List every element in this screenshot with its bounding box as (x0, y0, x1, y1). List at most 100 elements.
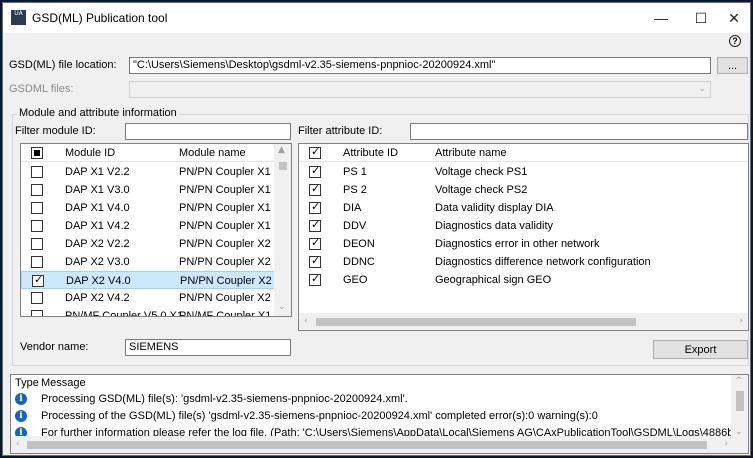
select-all-attributes-checkbox[interactable] (309, 145, 321, 159)
module-id-cell: DAP X2 V4.2 (65, 292, 130, 304)
filter-module-input[interactable] (125, 123, 291, 140)
attribute-row[interactable]: GEO Geographical sign GEO (299, 271, 748, 289)
module-id-cell: DAP X2 V4.0 (66, 275, 131, 287)
attribute-name-cell: Diagnostics error in other network (435, 238, 600, 250)
attribute-row[interactable]: DDNC Diagnostics difference network confi… (299, 253, 748, 271)
module-checkbox[interactable] (32, 273, 44, 287)
log-horizontal-scrollbar[interactable]: ‹ › (11, 436, 733, 453)
chevron-down-icon: ⌄ (698, 84, 706, 94)
scroll-left-icon[interactable]: ‹ (16, 439, 20, 449)
vendor-name-label: Vendor name: (20, 341, 89, 353)
attribute-horizontal-scrollbar[interactable]: ‹ › (299, 313, 748, 330)
module-name-cell: PN/PN Coupler X2 (179, 238, 271, 250)
close-button[interactable]: ✕ (714, 3, 753, 33)
module-id-header[interactable]: Module ID (65, 147, 115, 159)
module-row[interactable]: PN/MF Coupler V5.0 X1 PN/MF Coupler X1 (21, 307, 291, 317)
module-checkbox[interactable] (31, 166, 43, 178)
attribute-row[interactable]: DIA Data validity display DIA (299, 199, 748, 217)
export-button[interactable]: Export (653, 340, 748, 359)
module-name-cell: PN/MF Coupler X1 (179, 310, 272, 317)
attribute-name-cell: Data validity display DIA (435, 202, 554, 214)
attribute-name-cell: Voltage check PS2 (435, 184, 528, 196)
attribute-id-cell: GEO (343, 274, 368, 286)
module-checkbox[interactable] (31, 202, 43, 214)
module-checkbox[interactable] (31, 292, 43, 304)
attribute-checkbox[interactable] (309, 182, 321, 196)
module-name-cell: PN/PN Coupler X1 (179, 220, 271, 232)
filter-attribute-label: Filter attribute ID: (298, 125, 383, 137)
attribute-checkbox[interactable] (309, 218, 321, 232)
log-vertical-scrollbar[interactable]: ^ ⌄ (731, 375, 748, 453)
module-checkbox[interactable] (31, 238, 43, 250)
module-row[interactable]: DAP X2 V3.0 PN/PN Coupler X2 (21, 253, 291, 271)
browse-button[interactable]: ... (717, 57, 748, 74)
module-name-cell: PN/PN Coupler X1 (179, 166, 271, 178)
gsdml-files-select[interactable]: ⌄ (129, 81, 711, 98)
scroll-down-icon[interactable]: ⌄ (278, 302, 286, 312)
attribute-id-cell: PS 1 (343, 166, 367, 178)
module-name-cell: PN/PN Coupler X2 (179, 256, 271, 268)
scroll-down-icon[interactable]: ⌄ (735, 427, 743, 437)
module-id-cell: PN/MF Coupler V5.0 X1 (65, 310, 183, 317)
main-window: UA GSD(ML) Publication tool — ☐ ✕ ? GSD(… (2, 2, 751, 456)
scroll-right-icon[interactable]: › (724, 439, 728, 449)
attribute-name-header[interactable]: Attribute name (435, 147, 507, 159)
attribute-checkbox[interactable] (309, 236, 321, 250)
module-id-cell: DAP X1 V2.2 (65, 166, 130, 178)
module-row[interactable]: DAP X1 V4.2 PN/PN Coupler X1 (21, 217, 291, 235)
scroll-thumb[interactable] (279, 162, 287, 170)
module-vertical-scrollbar[interactable]: ▲ ⌄ (274, 144, 291, 316)
scroll-thumb[interactable] (27, 441, 707, 449)
module-checkbox[interactable] (31, 256, 43, 268)
app-icon: UA (11, 10, 26, 25)
attribute-row[interactable]: PS 2 Voltage check PS2 (299, 181, 748, 199)
filter-module-label: Filter module ID: (15, 125, 96, 137)
attribute-checkbox[interactable] (309, 272, 321, 286)
attribute-row[interactable]: DEON Diagnostics error in other network (299, 235, 748, 253)
scroll-thumb[interactable] (316, 318, 636, 326)
attribute-checkbox[interactable] (309, 200, 321, 214)
window-title: GSD(ML) Publication tool (32, 11, 168, 25)
module-row[interactable]: DAP X2 V2.2 PN/PN Coupler X2 (21, 235, 291, 253)
attribute-name-cell: Geographical sign GEO (435, 274, 552, 286)
close-icon: ✕ (728, 9, 740, 26)
module-checkbox[interactable] (31, 220, 43, 232)
attribute-checkbox[interactable] (309, 164, 321, 178)
info-icon: i (15, 393, 27, 405)
help-icon[interactable]: ? (729, 35, 741, 47)
module-checkbox[interactable] (31, 184, 43, 196)
filter-attribute-input[interactable] (410, 123, 748, 140)
module-row[interactable]: DAP X1 V3.0 PN/PN Coupler X1 (21, 181, 291, 199)
attribute-name-cell: Diagnostics difference network configura… (435, 256, 651, 268)
module-row[interactable]: DAP X2 V4.2 PN/PN Coupler X2 (21, 289, 291, 307)
title-bar: UA GSD(ML) Publication tool — ☐ ✕ (3, 3, 750, 33)
attribute-row[interactable]: DDV Diagnostics data validity (299, 217, 748, 235)
attribute-checkbox[interactable] (309, 254, 321, 268)
scroll-thumb[interactable] (736, 391, 744, 411)
log-type-header: Type (15, 377, 39, 389)
log-message: Processing of the GSD(ML) file(s) 'gsdml… (41, 410, 598, 422)
attribute-grid: Attribute ID Attribute name PS 1 Voltage … (298, 143, 749, 331)
module-row[interactable]: DAP X1 V4.0 PN/PN Coupler X1 (21, 199, 291, 217)
scroll-up-icon[interactable]: ^ (735, 376, 743, 386)
gsdml-files-label: GSDML files: (9, 83, 74, 95)
attribute-row[interactable]: PS 1 Voltage check PS1 (299, 163, 748, 181)
maximize-icon: ☐ (694, 9, 708, 26)
file-location-input[interactable]: "C:\Users\Siemens\Desktop\gsdml-v2.35-si… (129, 57, 711, 74)
module-row[interactable]: DAP X2 V4.0 PN/PN Coupler X2 (21, 271, 291, 289)
module-id-cell: DAP X1 V4.0 (65, 202, 130, 214)
module-id-cell: DAP X2 V2.2 (65, 238, 130, 250)
module-grid: Module ID Module name DAP X1 V2.2 PN/PN C… (20, 143, 292, 317)
module-id-cell: DAP X1 V3.0 (65, 184, 130, 196)
module-checkbox[interactable] (31, 310, 43, 316)
info-icon: i (15, 410, 27, 422)
scroll-right-icon[interactable]: › (739, 316, 743, 326)
module-name-header[interactable]: Module name (179, 147, 246, 159)
scroll-up-icon[interactable]: ▲ (278, 145, 285, 155)
select-all-modules-checkbox[interactable] (31, 147, 43, 159)
scroll-left-icon[interactable]: ‹ (304, 316, 308, 326)
attribute-id-header[interactable]: Attribute ID (343, 147, 398, 159)
minimize-button[interactable]: — (641, 3, 681, 33)
module-row[interactable]: DAP X1 V2.2 PN/PN Coupler X1 (21, 163, 291, 181)
vendor-name-input[interactable]: SIEMENS (125, 339, 291, 356)
